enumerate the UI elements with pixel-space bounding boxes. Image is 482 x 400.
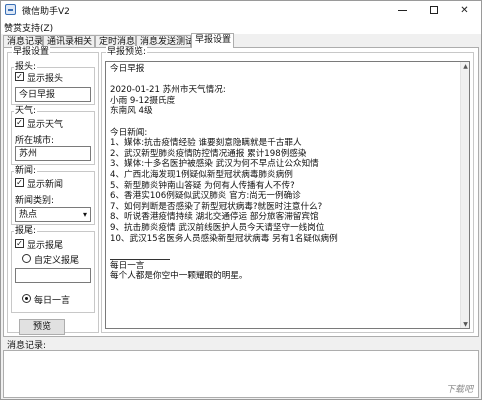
custom-footer-radio[interactable] <box>22 254 31 263</box>
title-bar: 微信助手V2 ✕ <box>1 1 481 20</box>
preview-divider <box>110 258 170 260</box>
preview-line: 6、香港实106例疑似武汉肺炎 官方:尚无一例确诊 <box>110 191 301 202</box>
preview-button[interactable]: 预览 <box>19 319 65 335</box>
preview-content: 今日早报 2020-01-21 苏州市天气情况: 小雨 9-12摄氏度 东南风 4级今… <box>110 64 465 255</box>
chevron-down-icon: ▾ <box>82 210 87 219</box>
show-footer-checkbox[interactable]: ✓ <box>15 239 24 248</box>
watermark: 下载吧 <box>417 373 475 395</box>
news-category-label: 新闻类别: <box>15 196 55 206</box>
preview-footer-text: 每个人都是你空中一颗耀眼的明星。 <box>110 271 248 282</box>
minimize-button[interactable] <box>387 1 418 20</box>
maximize-button[interactable] <box>418 1 449 20</box>
close-icon: ✕ <box>460 5 469 16</box>
preview-textarea[interactable]: 今日早报 2020-01-21 苏州市天气情况: 小雨 9-12摄氏度 东南风 4级今… <box>105 61 470 329</box>
custom-footer-label: 自定义报尾 <box>34 256 80 266</box>
preview-line: 1、媒体:抗击疫情经验 谁要刻意隐瞒就是千古罪人 <box>110 138 302 149</box>
preview-line: 今日新闻: <box>110 127 148 138</box>
city-label: 所在城市: <box>15 136 55 146</box>
city-input[interactable]: 苏州 <box>15 146 91 161</box>
minimize-icon <box>398 9 407 11</box>
close-button[interactable]: ✕ <box>449 1 480 20</box>
menu-bar: 赞赏支持(Z) <box>1 20 481 34</box>
footer-group-title: 报尾: <box>14 225 38 237</box>
preview-line: 3、媒体:十多名医护被感染 武汉为何不早点让公众知情 <box>110 159 319 170</box>
scroll-down-icon[interactable]: ▼ <box>461 320 469 328</box>
show-weather-label: 显示天气 <box>27 120 64 130</box>
news-category-select[interactable]: 热点 ▾ <box>15 207 91 222</box>
tab-morning-report[interactable]: 早报设置 <box>191 33 234 48</box>
preview-line: 7、如何判断是否感染了新型冠状病毒?就医时注意什么? <box>110 201 323 212</box>
preview-line: 小雨 9-12摄氏度 <box>110 95 176 106</box>
maximize-icon <box>429 6 438 14</box>
show-news-label: 显示新闻 <box>27 180 64 190</box>
footer-group: 报尾: ✓ 显示报尾 自定义报尾 每日一言 <box>11 225 95 313</box>
show-footer-label: 显示报尾 <box>27 241 64 251</box>
show-news-checkbox[interactable]: ✓ <box>15 178 24 187</box>
preview-line: 东南风 4级 <box>110 106 153 117</box>
weather-group: 天气: ✓ 显示天气 所在城市: 苏州 <box>11 105 95 165</box>
scroll-up-icon[interactable]: ▲ <box>461 62 469 72</box>
preview-line <box>110 75 465 86</box>
log-textarea[interactable] <box>3 350 479 398</box>
custom-footer-input[interactable] <box>15 268 91 283</box>
preview-scrollbar[interactable]: ▲ ▼ <box>460 62 469 328</box>
show-weather-checkbox[interactable]: ✓ <box>15 118 24 127</box>
show-header-checkbox[interactable]: ✓ <box>15 72 24 81</box>
daily-quote-label: 每日一言 <box>34 296 71 306</box>
watermark-text: 下载吧 <box>445 385 473 395</box>
window-title: 微信助手V2 <box>22 7 70 17</box>
app-window: 微信助手V2 ✕ 赞赏支持(Z) 消息记录 通讯录相关 定时消息 消息发送测试 … <box>0 0 482 400</box>
preview-line: 10、武汉15名医务人员感染新型冠状病毒 另有1名疑似病例 <box>110 233 338 244</box>
preview-group-title: 早报预览: <box>106 46 148 58</box>
settings-group: 早报设置 报头: ✓ 显示报头 今日早报 天气: ✓ 显示天气 所在城市: 苏州… <box>7 46 99 335</box>
preview-group: 早报预览: 今日早报 2020-01-21 苏州市天气情况: 小雨 9-12摄氏度东… <box>101 46 474 333</box>
daily-quote-radio[interactable] <box>22 294 31 303</box>
preview-line: 2020-01-21 苏州市天气情况: <box>110 85 226 96</box>
news-group: 新闻: ✓ 显示新闻 新闻类别: 热点 ▾ <box>11 165 95 225</box>
header-group: 报头: ✓ 显示报头 今日早报 <box>11 61 95 105</box>
preview-line: 2、武汉新型肺炎疫情防控情况通报 累计198例感染 <box>110 148 307 159</box>
weather-group-title: 天气: <box>14 105 38 117</box>
preview-line: 9、抗击肺炎疫情 武汉前线医护人员今天请坚守一线岗位 <box>110 222 325 233</box>
news-category-value: 热点 <box>19 210 38 220</box>
preview-line <box>110 244 465 255</box>
preview-line: 5、新型肺炎钟南山答疑 为何有人传播有人不传? <box>110 180 295 191</box>
preview-line: 8、听说香港疫情持续 湖北交通停运 部分旅客滞留宾馆 <box>110 212 319 223</box>
header-text-input[interactable]: 今日早报 <box>15 87 91 102</box>
app-icon <box>5 4 16 15</box>
preview-line <box>110 117 465 128</box>
preview-footer-title: 每日一言 <box>110 260 145 271</box>
preview-line: 4、广西北海发现1例疑似新型冠状病毒肺炎病例 <box>110 169 293 180</box>
preview-line: 今日早报 <box>110 64 145 74</box>
settings-group-title: 早报设置 <box>12 46 51 58</box>
show-header-label: 显示报头 <box>27 74 64 84</box>
menu-item-appreciate[interactable]: 赞赏支持(Z) <box>4 21 53 34</box>
news-group-title: 新闻: <box>14 165 38 177</box>
tab-panel: 早报设置 报头: ✓ 显示报头 今日早报 天气: ✓ 显示天气 所在城市: 苏州… <box>3 46 479 337</box>
